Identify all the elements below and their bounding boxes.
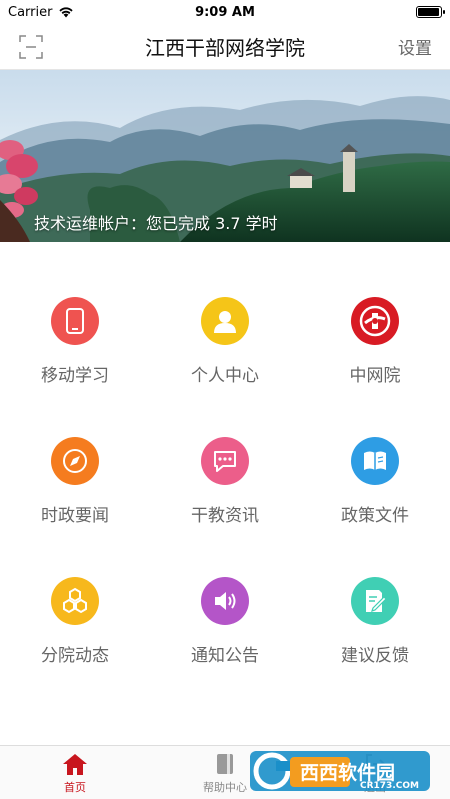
watermark: 西西软件园 CR173.COM <box>250 745 430 797</box>
home-icon <box>62 751 88 777</box>
grid-label: 分院动态 <box>41 646 109 666</box>
tab-label: 首页 <box>64 780 86 794</box>
grid-label: 建议反馈 <box>341 646 409 666</box>
edit-icon <box>351 577 399 625</box>
book-icon <box>214 751 236 777</box>
phone-icon <box>51 297 99 345</box>
banner-caption: 技术运维帐户：您已完成 3.7 学时 <box>34 214 278 233</box>
speaker-icon <box>201 577 249 625</box>
zhongwangyuan-logo-icon <box>351 297 399 345</box>
banner[interactable]: 技术运维帐户：您已完成 3.7 学时 <box>0 70 450 242</box>
document-icon <box>351 437 399 485</box>
status-left: Carrier <box>8 5 74 20</box>
grid-item-mobile-learning[interactable]: 移动学习 <box>0 270 150 410</box>
grid-label: 干教资讯 <box>191 506 259 526</box>
battery-fill <box>418 8 439 16</box>
nav-bar: 江西干部网络学院 设置 <box>0 24 450 70</box>
grid-item-personal-center[interactable]: 个人中心 <box>150 270 300 410</box>
feature-grid: 移动学习 个人中心 中网院 时政要闻 干教资讯 政策文件 分院动态 通知公告 建… <box>0 270 450 690</box>
chat-icon <box>201 437 249 485</box>
wifi-icon <box>59 7 74 18</box>
grid-item-policy-documents[interactable]: 政策文件 <box>300 410 450 550</box>
compass-icon <box>51 437 99 485</box>
hexagons-icon <box>51 577 99 625</box>
grid-label: 通知公告 <box>191 646 259 666</box>
grid-item-branch-news[interactable]: 分院动态 <box>0 550 150 690</box>
grid-item-feedback[interactable]: 建议反馈 <box>300 550 450 690</box>
grid-item-current-affairs[interactable]: 时政要闻 <box>0 410 150 550</box>
scan-icon[interactable] <box>18 34 44 60</box>
settings-button[interactable]: 设置 <box>398 34 432 59</box>
tab-label: 帮助中心 <box>203 780 247 794</box>
grid-item-cadre-news[interactable]: 干教资讯 <box>150 410 300 550</box>
page-title: 江西干部网络学院 <box>145 36 305 60</box>
battery-icon <box>416 6 445 18</box>
grid-item-notices[interactable]: 通知公告 <box>150 550 300 690</box>
tab-home[interactable]: 首页 <box>0 746 150 799</box>
grid-label: 政策文件 <box>341 506 409 526</box>
grid-item-zhongwangyuan[interactable]: 中网院 <box>300 270 450 410</box>
carrier-label: Carrier <box>8 4 53 20</box>
status-bar: Carrier 9:09 AM <box>0 0 450 24</box>
person-icon <box>201 297 249 345</box>
grid-label: 时政要闻 <box>41 506 109 526</box>
grid-label: 移动学习 <box>41 366 109 386</box>
grid-label: 中网院 <box>349 366 401 386</box>
grid-label: 个人中心 <box>191 366 259 386</box>
watermark-url: CR173.COM <box>360 781 419 791</box>
